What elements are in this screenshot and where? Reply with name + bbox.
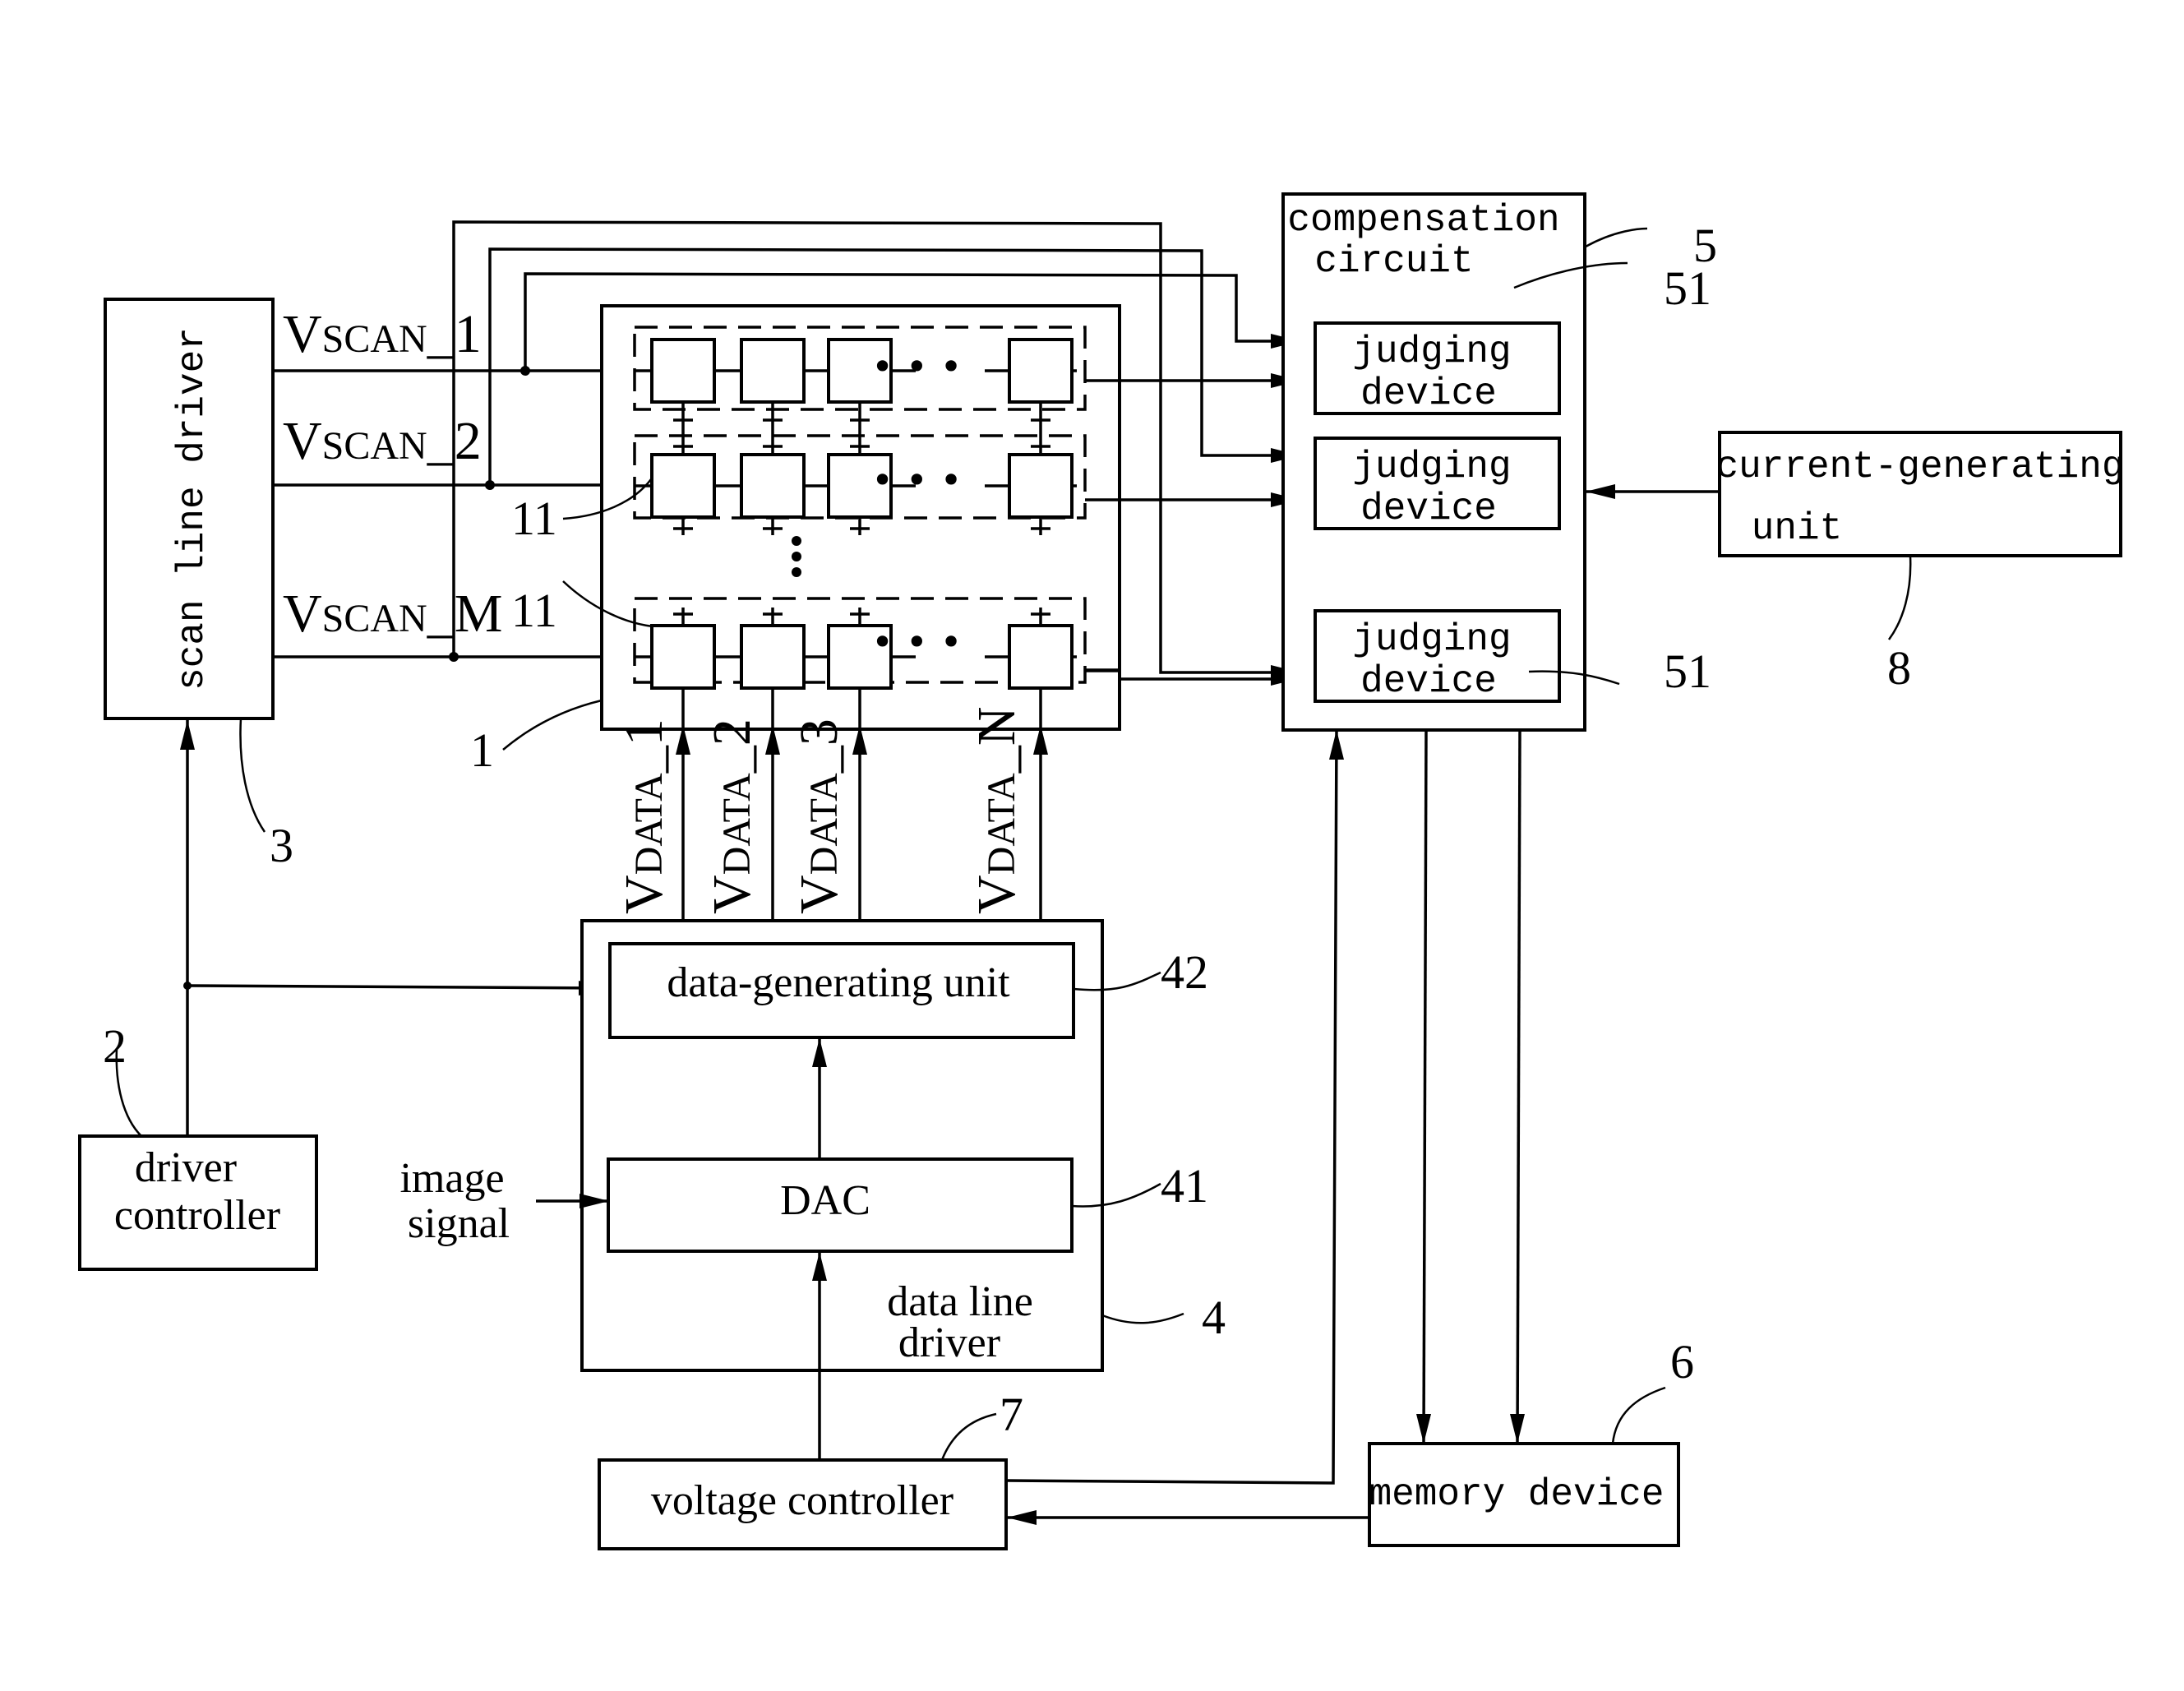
- ref-leader-7: [940, 1412, 997, 1461]
- current-generating-unit-label-line1: current-generating: [1716, 446, 2125, 488]
- pixel-cell: [650, 338, 716, 404]
- arrow-to-voltage-controller: [1007, 1510, 1037, 1525]
- svg-text:VDATA_N: VDATA_N: [967, 707, 1027, 915]
- image-signal-label-line1: image: [399, 1155, 504, 1202]
- data-generating-unit: data-generating unit: [608, 942, 1075, 1039]
- arrow-to-memory-2: [1510, 1414, 1525, 1444]
- dac: DAC: [607, 1157, 1074, 1253]
- ref-number-11-b: 11: [511, 584, 557, 637]
- judging-devices: judgingdevicejudgingdevicejudgingdevice: [1314, 321, 1561, 703]
- ref-leader-8: [1887, 555, 1912, 640]
- ref-leader-3: [239, 718, 266, 833]
- scan-signal-label-1: VSCAN_1: [283, 304, 482, 364]
- svg-text:VSCAN_1: VSCAN_1: [283, 304, 482, 364]
- driver-controller-label-line1: driver: [135, 1144, 237, 1191]
- image-signal-label-line2: signal: [408, 1200, 510, 1247]
- voltage-controller: voltage controller: [598, 1458, 1008, 1550]
- ref-leader-1: [502, 699, 603, 751]
- memory-device: memory device: [1368, 1442, 1680, 1547]
- voltage-controller-label: voltage controller: [651, 1477, 953, 1524]
- row-1-ellipsis: • • •: [871, 344, 963, 389]
- ref-leader-5: [1585, 227, 1648, 248]
- ref-number-1: 1: [470, 723, 494, 777]
- svg-text:VSCAN_M: VSCAN_M: [283, 584, 502, 644]
- row-m-ellipsis: • • •: [871, 620, 963, 664]
- compensation-to-memory-wire-1: [1422, 729, 1428, 1444]
- scan-line-driver-label: scan line driver: [171, 327, 214, 691]
- data-signal-label-1: VDATA_1: [614, 718, 674, 914]
- memory-device-label: memory device: [1369, 1473, 1665, 1516]
- judging-device-3: judgingdevice: [1314, 609, 1561, 703]
- ref-number-11-a: 11: [511, 492, 557, 545]
- data-signal-label-2: VDATA_2: [702, 718, 762, 914]
- ref-leader-4: [1101, 1312, 1184, 1324]
- ref-number-41: 41: [1161, 1159, 1208, 1213]
- arrow-to-memory-1: [1416, 1414, 1431, 1444]
- current-generating-unit-label-line2: unit: [1752, 507, 1842, 550]
- pixel-grid: [635, 338, 1077, 690]
- dac-label: DAC: [780, 1177, 870, 1224]
- driver-controller-label-line2: controller: [114, 1192, 280, 1239]
- data-generating-unit-label: data-generating unit: [667, 959, 1010, 1006]
- row-m-output-line: [1085, 668, 1121, 672]
- judging-device-2: judgingdevice: [1314, 437, 1561, 530]
- data-line-driver-label-line2: driver: [898, 1319, 1000, 1366]
- vertical-ellipsis-dot: [792, 536, 801, 546]
- ref-number-51-a: 51: [1664, 261, 1711, 315]
- pixel-cell: [740, 624, 806, 690]
- data-signal-label-3: VDATA_3: [789, 718, 849, 914]
- ref-number-2: 2: [103, 1019, 127, 1073]
- judging-device-label-line1: judging: [1352, 330, 1511, 373]
- svg-text:VDATA_3: VDATA_3: [789, 718, 849, 914]
- svg-text:VDATA_2: VDATA_2: [702, 718, 762, 914]
- vertical-ellipsis-dot: [792, 567, 801, 577]
- row-2-ellipsis: • • •: [871, 458, 963, 502]
- pixel-cell: [1008, 338, 1074, 404]
- pixel-cell: [650, 453, 716, 519]
- ref-number-4: 4: [1202, 1291, 1226, 1344]
- pixel-cell: [740, 453, 806, 519]
- judging-device-label-line2: device: [1360, 487, 1497, 530]
- judging-device-label-line2: device: [1360, 660, 1497, 703]
- vertical-ellipsis-dot: [792, 552, 801, 561]
- ref-number-7: 7: [1000, 1388, 1023, 1441]
- judging-device-label-line1: judging: [1352, 618, 1511, 661]
- data-line-driver-label-line1: data line: [887, 1278, 1033, 1325]
- scan-signal-label-m: VSCAN_M: [283, 584, 502, 644]
- ref-number-42: 42: [1161, 945, 1208, 999]
- pixel-cell: [740, 338, 806, 404]
- arrow-current-to-compensation: [1586, 484, 1615, 499]
- compensation-to-memory-wire-2: [1516, 729, 1521, 1444]
- judging-device-label-line1: judging: [1352, 446, 1511, 488]
- current-generating-unit: current-generating unit: [1716, 431, 2125, 557]
- svg-text:VDATA_1: VDATA_1: [614, 718, 674, 914]
- svg-text:VSCAN_2: VSCAN_2: [283, 411, 482, 471]
- compensation-circuit-label-line1: compensation: [1287, 199, 1559, 242]
- ref-number-51-b: 51: [1664, 645, 1711, 698]
- judging-device-label-line2: device: [1360, 372, 1497, 415]
- judging-device-1: judgingdevice: [1314, 321, 1561, 415]
- driver-controller: driver controller: [78, 1134, 318, 1271]
- ref-number-6: 6: [1670, 1335, 1694, 1388]
- arrow-to-compensation: [1329, 730, 1344, 760]
- ref-number-8: 8: [1887, 641, 1911, 695]
- ref-leader-6: [1611, 1386, 1666, 1444]
- block-diagram: scan line driver 3 driver controller 2 V…: [78, 192, 2125, 1550]
- ref-number-3: 3: [270, 819, 293, 872]
- arrow-to-scan-driver: [180, 720, 195, 750]
- pixel-cell: [1008, 453, 1074, 519]
- scan-signal-label-2: VSCAN_2: [283, 411, 482, 471]
- pixel-cell: [1008, 624, 1074, 690]
- pixel-cell: [650, 624, 716, 690]
- data-signal-label-n: VDATA_N: [967, 707, 1027, 915]
- compensation-circuit-label-line2: circuit: [1314, 240, 1473, 283]
- control-wire-to-data-gen: [187, 984, 607, 990]
- scan-line-driver: scan line driver: [104, 298, 275, 720]
